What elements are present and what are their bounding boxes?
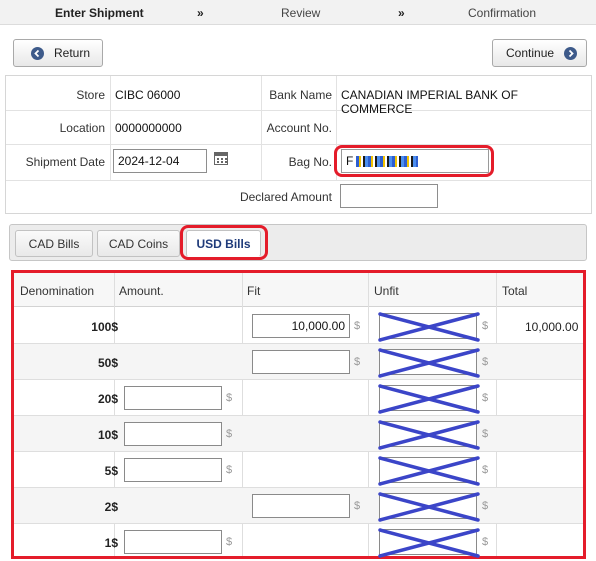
currency-symbol: $ xyxy=(482,320,489,332)
strikethrough-icon xyxy=(378,420,480,450)
unfit-input[interactable] xyxy=(378,348,480,378)
table-row: 2$ $ $ xyxy=(14,488,583,524)
shipment-date-label: Shipment Date xyxy=(25,155,105,169)
amount-input[interactable] xyxy=(124,422,222,446)
currency-symbol: $ xyxy=(482,356,489,368)
table-row: 50$ $ $ xyxy=(14,344,583,380)
denomination-label: 50$ xyxy=(97,356,118,370)
denomination-label: 10$ xyxy=(97,428,118,442)
store-value: CIBC 06000 xyxy=(115,88,181,102)
currency-symbol: $ xyxy=(482,392,489,404)
unfit-input[interactable] xyxy=(378,456,480,486)
wizard-steps: Enter Shipment » Review » Confirmation xyxy=(0,0,596,25)
usd-tab-highlight xyxy=(180,225,268,260)
account-no-label: Account No. xyxy=(266,121,332,135)
currency-symbol: $ xyxy=(482,536,489,548)
location-label: Location xyxy=(59,121,105,135)
store-label: Store xyxy=(76,88,105,102)
denomination-label: 2$ xyxy=(104,500,118,514)
header-unfit: Unfit xyxy=(374,284,399,298)
row-divider xyxy=(6,180,591,181)
denomination-label: 20$ xyxy=(97,392,118,406)
currency-symbol: $ xyxy=(482,500,489,512)
currency-symbol: $ xyxy=(354,356,361,368)
currency-symbol: $ xyxy=(354,320,361,332)
amount-input[interactable] xyxy=(124,386,222,410)
fit-input[interactable] xyxy=(252,350,350,374)
step-separator: » xyxy=(398,6,405,20)
strikethrough-icon xyxy=(378,348,480,378)
header-fit: Fit xyxy=(247,284,261,298)
table-row: 1$ $ $ xyxy=(14,524,583,560)
continue-button-label: Continue xyxy=(506,46,555,60)
tab-bar: CAD Bills CAD Coins USD Bills xyxy=(9,224,587,261)
strikethrough-icon xyxy=(378,456,480,486)
bag-no-highlight xyxy=(334,145,494,177)
return-button[interactable]: Return xyxy=(13,39,103,67)
tab-cad-bills[interactable]: CAD Bills xyxy=(15,230,93,257)
currency-symbol: $ xyxy=(482,428,489,440)
table-row: 10$ $ $ xyxy=(14,416,583,452)
table-row: 100$ $ $ 10,000.00 xyxy=(14,308,583,344)
arrow-right-circle-icon xyxy=(564,46,578,60)
table-header: Denomination Amount. Fit Unfit Total xyxy=(14,273,583,307)
step-enter-shipment: Enter Shipment xyxy=(55,6,144,20)
table-row: 20$ $ $ xyxy=(14,380,583,416)
declared-amount-label: Declared Amount xyxy=(239,190,332,204)
strikethrough-icon xyxy=(378,528,480,558)
strikethrough-icon xyxy=(378,312,480,342)
denomination-label: 100$ xyxy=(91,320,118,334)
denomination-label: 5$ xyxy=(104,464,118,478)
unfit-input[interactable] xyxy=(378,312,480,342)
continue-button[interactable]: Continue xyxy=(492,39,587,67)
tab-cad-coins[interactable]: CAD Coins xyxy=(97,230,180,257)
shipment-date-input[interactable] xyxy=(113,149,207,173)
currency-symbol: $ xyxy=(226,464,233,476)
step-confirmation: Confirmation xyxy=(468,6,537,20)
fit-input[interactable] xyxy=(252,314,350,338)
calendar-icon[interactable] xyxy=(214,152,228,165)
header-denomination: Denomination xyxy=(20,284,95,298)
amount-input[interactable] xyxy=(124,458,222,482)
currency-symbol: $ xyxy=(482,464,489,476)
header-total: Total xyxy=(502,284,528,298)
row-total: 10,000.00 xyxy=(525,320,579,334)
location-value: 0000000000 xyxy=(115,121,182,135)
bank-name-label: Bank Name xyxy=(269,88,332,102)
unfit-input[interactable] xyxy=(378,492,480,522)
unfit-input[interactable] xyxy=(378,528,480,558)
unfit-input[interactable] xyxy=(378,384,480,414)
return-button-label: Return xyxy=(54,46,91,60)
column-divider xyxy=(110,76,111,181)
strikethrough-icon xyxy=(378,492,480,522)
shipment-info-panel: Store CIBC 06000 Bank Name CANADIAN IMPE… xyxy=(5,75,592,214)
currency-symbol: $ xyxy=(226,428,233,440)
table-row: 5$ $ $ xyxy=(14,452,583,488)
fit-input[interactable] xyxy=(252,494,350,518)
row-divider xyxy=(6,144,591,145)
strikethrough-icon xyxy=(378,384,480,414)
denomination-table: Denomination Amount. Fit Unfit Total 100… xyxy=(11,270,586,559)
header-amount: Amount. xyxy=(119,284,164,298)
unfit-input[interactable] xyxy=(378,420,480,450)
declared-amount-input[interactable] xyxy=(340,184,438,208)
bag-no-label: Bag No. xyxy=(288,155,332,169)
currency-symbol: $ xyxy=(354,500,361,512)
bank-name-value: CANADIAN IMPERIAL BANK OF COMMERCE xyxy=(341,88,518,116)
step-separator: » xyxy=(197,6,204,20)
denomination-label: 1$ xyxy=(104,536,118,550)
arrow-left-circle-icon xyxy=(31,46,44,60)
amount-input[interactable] xyxy=(124,530,222,554)
currency-symbol: $ xyxy=(226,536,233,548)
step-review: Review xyxy=(281,6,321,20)
currency-symbol: $ xyxy=(226,392,233,404)
